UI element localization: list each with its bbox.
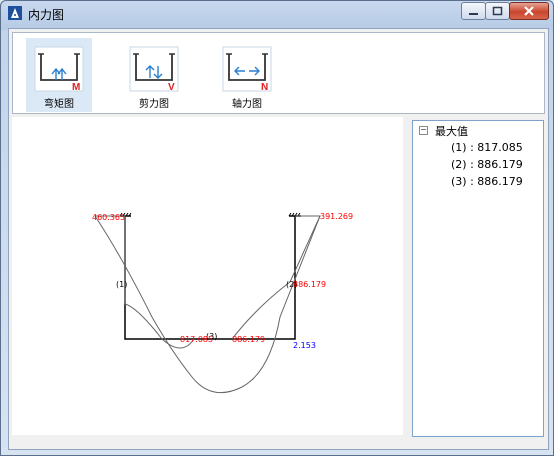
maximize-icon (492, 6, 503, 16)
minimize-icon (469, 13, 478, 15)
axial-force-icon: N (222, 46, 272, 92)
value-corner: 2.153 (293, 341, 316, 350)
tree-header[interactable]: 最大值 (435, 123, 468, 139)
max-values-tree[interactable]: − 最大值 (1) : 817.085 (2) : 886.179 (3) : … (412, 120, 544, 437)
shear-force-button[interactable]: V 剪力图 (121, 38, 187, 112)
shear-force-icon: V (129, 46, 179, 92)
svg-text:N: N (261, 82, 268, 92)
app-icon (8, 6, 22, 20)
close-button[interactable] (509, 2, 549, 20)
bending-moment-button[interactable]: M 弯矩图 (26, 38, 92, 112)
value-beam-right: 886.179 (232, 335, 265, 344)
member-label-1: (1) (116, 280, 127, 289)
bending-moment-icon: M (34, 46, 84, 92)
close-icon (524, 6, 534, 16)
internal-force-window: 内力图 M 弯矩图 V 剪力图 N 轴力图 (1) (2) (3) 460.36… (0, 0, 554, 456)
axial-force-label: 轴力图 (232, 99, 262, 110)
frame-structure (119, 212, 301, 340)
client-area: M 弯矩图 V 剪力图 N 轴力图 (1) (2) (3) 460.365 39… (8, 28, 549, 450)
svg-text:M: M (72, 82, 80, 92)
minimize-button[interactable] (461, 2, 486, 20)
status-bar (9, 437, 548, 449)
collapse-icon[interactable]: − (419, 126, 428, 135)
title-bar[interactable]: 内力图 (1, 1, 553, 27)
value-right-mid: 886.179 (293, 280, 326, 289)
value-top-left: 460.365 (92, 213, 125, 222)
maximize-button[interactable] (485, 2, 510, 20)
tree-item-3[interactable]: (3) : 886.179 (451, 175, 523, 188)
axial-force-button[interactable]: N 轴力图 (214, 38, 280, 112)
tree-item-1[interactable]: (1) : 817.085 (451, 141, 523, 154)
value-top-right: 391.269 (320, 212, 353, 221)
tree-item-2[interactable]: (2) : 886.179 (451, 158, 523, 171)
moment-curve (94, 215, 321, 394)
window-title: 内力图 (28, 8, 65, 22)
value-beam-left: 817.085 (180, 335, 213, 344)
force-diagram-canvas[interactable]: (1) (2) (3) 460.365 391.269 886.179 817.… (12, 117, 403, 435)
shear-force-label: 剪力图 (139, 99, 169, 110)
diagram-toolbar: M 弯矩图 V 剪力图 N 轴力图 (12, 32, 545, 114)
bending-moment-label: 弯矩图 (44, 99, 74, 110)
svg-text:V: V (168, 82, 175, 92)
